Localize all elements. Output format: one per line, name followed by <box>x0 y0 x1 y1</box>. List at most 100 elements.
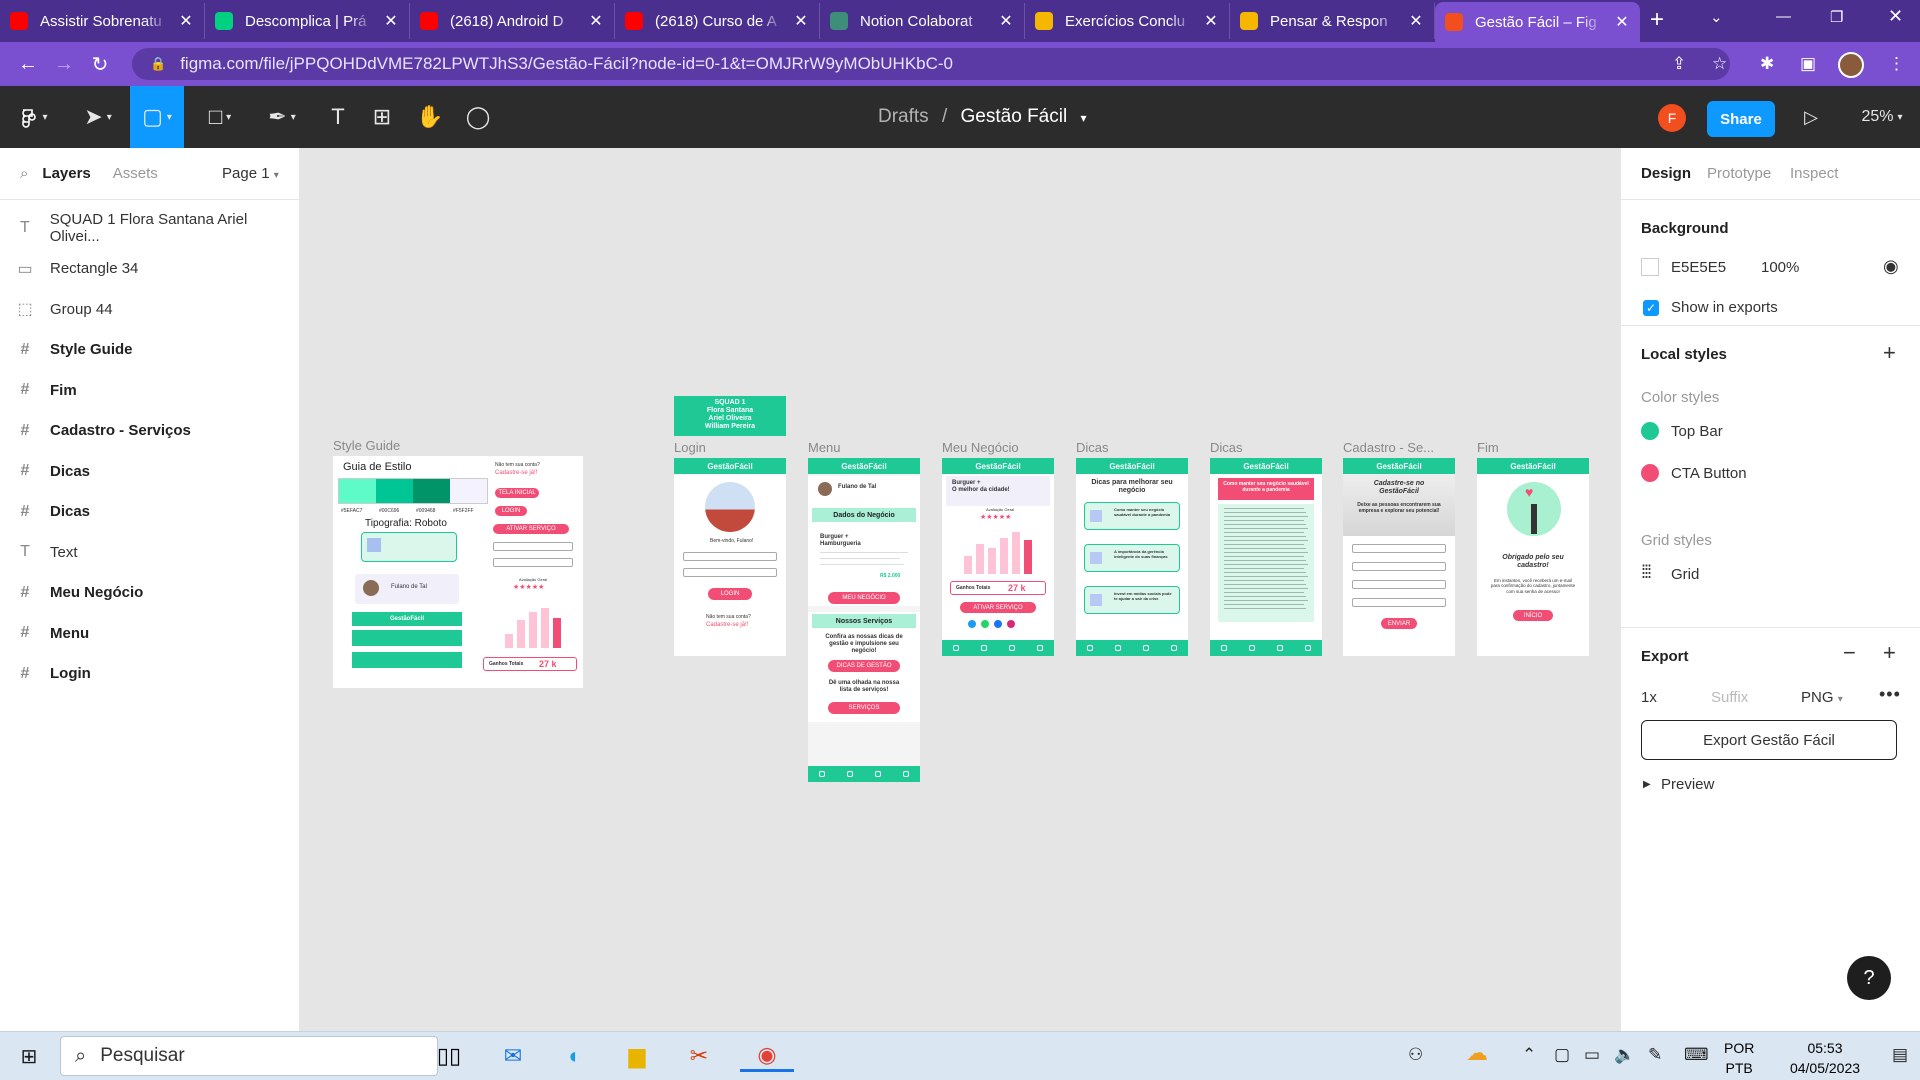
notifications-icon[interactable]: ▤ <box>1892 1045 1908 1065</box>
help-button[interactable]: ? <box>1847 956 1891 1000</box>
frame-label-fim[interactable]: Fim <box>1477 440 1499 455</box>
file-name[interactable]: Gestão Fácil <box>961 106 1068 127</box>
browser-tab[interactable]: Descomplica | Prá ✕ <box>205 3 410 39</box>
edge-icon[interactable]: ◐ <box>558 1040 592 1072</box>
frame-tool-icon[interactable]: ▢ ▾ <box>130 86 184 148</box>
close-tab-icon[interactable]: ✕ <box>998 11 1014 31</box>
share-page-icon[interactable]: ⇪ <box>1672 54 1686 74</box>
file-explorer-icon[interactable]: ▆ <box>620 1040 654 1072</box>
layer-item[interactable]: # Dicas <box>0 492 300 532</box>
battery-icon[interactable]: ▭ <box>1584 1045 1600 1065</box>
tab-search-icon[interactable]: ⌄ <box>1710 8 1723 26</box>
browser-tab[interactable]: (2618) Android D ✕ <box>410 3 615 39</box>
preview-caret-icon[interactable]: ▶ <box>1643 779 1651 790</box>
move-tool-icon[interactable]: ➤ ▾ <box>74 86 122 148</box>
add-export-icon[interactable]: + <box>1883 640 1896 666</box>
frame-dicas-1[interactable]: GestãoFácil Dicas para melhorar seu negó… <box>1076 458 1188 656</box>
tab-assets[interactable]: Assets <box>113 165 158 182</box>
browser-tab[interactable]: Gestão Fácil – Fig ✕ <box>1435 2 1640 42</box>
close-tab-icon[interactable]: ✕ <box>1203 11 1219 31</box>
frame-label-login[interactable]: Login <box>674 440 706 455</box>
frame-fim[interactable]: GestãoFácil ♥ Obrigado pelo seu cadastro… <box>1477 458 1589 656</box>
tab-design[interactable]: Design <box>1641 165 1691 182</box>
frame-dicas-2[interactable]: GestãoFácil Como manter seu negócio saud… <box>1210 458 1322 656</box>
tray-chevron-icon[interactable]: ⌃ <box>1522 1045 1536 1065</box>
export-suffix-input[interactable]: Suffix <box>1711 689 1748 706</box>
show-exports-checkbox[interactable]: ✓ <box>1643 300 1659 316</box>
keyboard-icon[interactable]: ⌨ <box>1684 1045 1709 1065</box>
browser-tab[interactable]: Exercícios Conclu ✕ <box>1025 3 1230 39</box>
close-tab-icon[interactable]: ✕ <box>588 11 604 31</box>
remove-export-icon[interactable]: − <box>1843 640 1856 666</box>
layer-item[interactable]: # Login <box>0 654 300 694</box>
bookmark-star-icon[interactable]: ☆ <box>1712 54 1727 74</box>
bg-opacity-value[interactable]: 100% <box>1761 259 1799 276</box>
layer-item[interactable]: ⬚ Group 44 <box>0 289 300 329</box>
browser-tab[interactable]: (2618) Curso de A ✕ <box>615 3 820 39</box>
frame-meu-negocio[interactable]: GestãoFácil Burguer + O melhor da cidade… <box>942 458 1054 656</box>
bg-hex-value[interactable]: E5E5E5 <box>1671 259 1726 276</box>
forward-icon[interactable]: → <box>46 53 82 76</box>
close-tab-icon[interactable]: ✕ <box>1614 12 1630 32</box>
add-style-icon[interactable]: + <box>1883 340 1896 366</box>
frame-login[interactable]: GestãoFácil Bem-vindo, Fulano! LOGIN Não… <box>674 458 786 656</box>
frame-label-dicas-2[interactable]: Dicas <box>1210 440 1243 455</box>
layer-item[interactable]: # Cadastro - Serviços <box>0 411 300 451</box>
clock[interactable]: 05:53 04/05/2023 <box>1780 1038 1870 1078</box>
volume-icon[interactable]: 🔈 <box>1614 1045 1635 1065</box>
people-icon[interactable]: ⚇ <box>1408 1045 1423 1065</box>
text-tool-icon[interactable]: T <box>318 86 358 148</box>
minimize-icon[interactable]: — <box>1776 8 1791 25</box>
layer-item[interactable]: # Style Guide <box>0 330 300 370</box>
mail-icon[interactable]: ✉ <box>496 1040 530 1072</box>
url-field[interactable]: 🔒 figma.com/file/jPPQOHDdVME782LPWTJhS3/… <box>132 48 1730 80</box>
export-scale[interactable]: 1x <box>1641 689 1657 706</box>
export-format-select[interactable]: PNG ▾ <box>1801 689 1843 706</box>
frame-label-meu-negocio[interactable]: Meu Negócio <box>942 440 1019 455</box>
profile-avatar[interactable] <box>1838 52 1864 78</box>
layer-item[interactable]: # Dicas <box>0 451 300 491</box>
browser-tab[interactable]: Pensar & Respon ✕ <box>1230 3 1435 39</box>
tab-prototype[interactable]: Prototype <box>1707 165 1771 182</box>
frame-menu[interactable]: GestãoFácil Fulano de Tal Dados do Negóc… <box>808 458 920 782</box>
squad-badge[interactable]: SQUAD 1 Flora Santana Ariel Oliveira Wil… <box>674 396 786 436</box>
new-tab-button[interactable]: + <box>1650 6 1664 34</box>
bg-color-swatch[interactable] <box>1641 258 1659 276</box>
task-view-icon[interactable]: ▯▯ <box>432 1040 466 1072</box>
chrome-icon[interactable]: ◉ <box>740 1040 794 1072</box>
maximize-icon[interactable]: ❐ <box>1830 8 1843 26</box>
weather-icon[interactable]: ☁ <box>1466 1040 1488 1066</box>
layer-item[interactable]: # Menu <box>0 613 300 653</box>
figma-menu-icon[interactable]: ▾ <box>10 86 58 148</box>
frame-style-guide[interactable]: Guia de Estilo #5EFAC7 #00C696 #009468 #… <box>333 456 583 688</box>
layer-item[interactable]: T SQUAD 1 Flora Santana Ariel Olivei... <box>0 208 300 248</box>
close-tab-icon[interactable]: ✕ <box>178 11 194 31</box>
page-selector[interactable]: Page 1 ▾ <box>222 165 279 182</box>
language-indicator[interactable]: POR PTB <box>1724 1038 1754 1078</box>
share-button[interactable]: Share <box>1707 101 1775 137</box>
close-tab-icon[interactable]: ✕ <box>1408 11 1424 31</box>
browser-tab[interactable]: Assistir Sobrenatu ✕ <box>0 3 205 39</box>
pen-tool-icon[interactable]: ✒ ▾ <box>258 86 306 148</box>
frame-label-dicas-1[interactable]: Dicas <box>1076 440 1109 455</box>
extensions-icon[interactable]: ✱ <box>1760 54 1774 74</box>
sidebar-icon[interactable]: ▣ <box>1800 54 1816 74</box>
present-play-icon[interactable]: ▷ <box>1796 86 1826 148</box>
chevron-down-icon[interactable]: ▾ <box>1080 111 1086 125</box>
export-more-icon[interactable]: ••• <box>1879 684 1901 705</box>
zoom-dropdown[interactable]: 25% ▾ <box>1852 86 1912 148</box>
breadcrumb-drafts[interactable]: Drafts <box>878 106 929 127</box>
close-window-icon[interactable]: ✕ <box>1888 6 1903 27</box>
browser-menu-icon[interactable]: ⋮ <box>1888 54 1905 74</box>
shape-tool-icon[interactable]: □ ▾ <box>196 86 244 148</box>
frame-label-menu[interactable]: Menu <box>808 440 841 455</box>
frame-label-cadastro[interactable]: Cadastro - Se... <box>1343 440 1434 455</box>
taskbar-search[interactable]: ⌕ Pesquisar <box>60 1036 438 1076</box>
color-style-item[interactable]: CTA Button <box>1641 464 1747 482</box>
tab-inspect[interactable]: Inspect <box>1790 165 1838 182</box>
search-icon[interactable]: ⌕ <box>20 165 28 182</box>
layer-item[interactable]: # Fim <box>0 370 300 410</box>
layer-item[interactable]: ▭ Rectangle 34 <box>0 249 300 289</box>
snipping-tool-icon[interactable]: ✂ <box>682 1040 716 1072</box>
meet-icon[interactable]: ▢ <box>1554 1045 1570 1065</box>
